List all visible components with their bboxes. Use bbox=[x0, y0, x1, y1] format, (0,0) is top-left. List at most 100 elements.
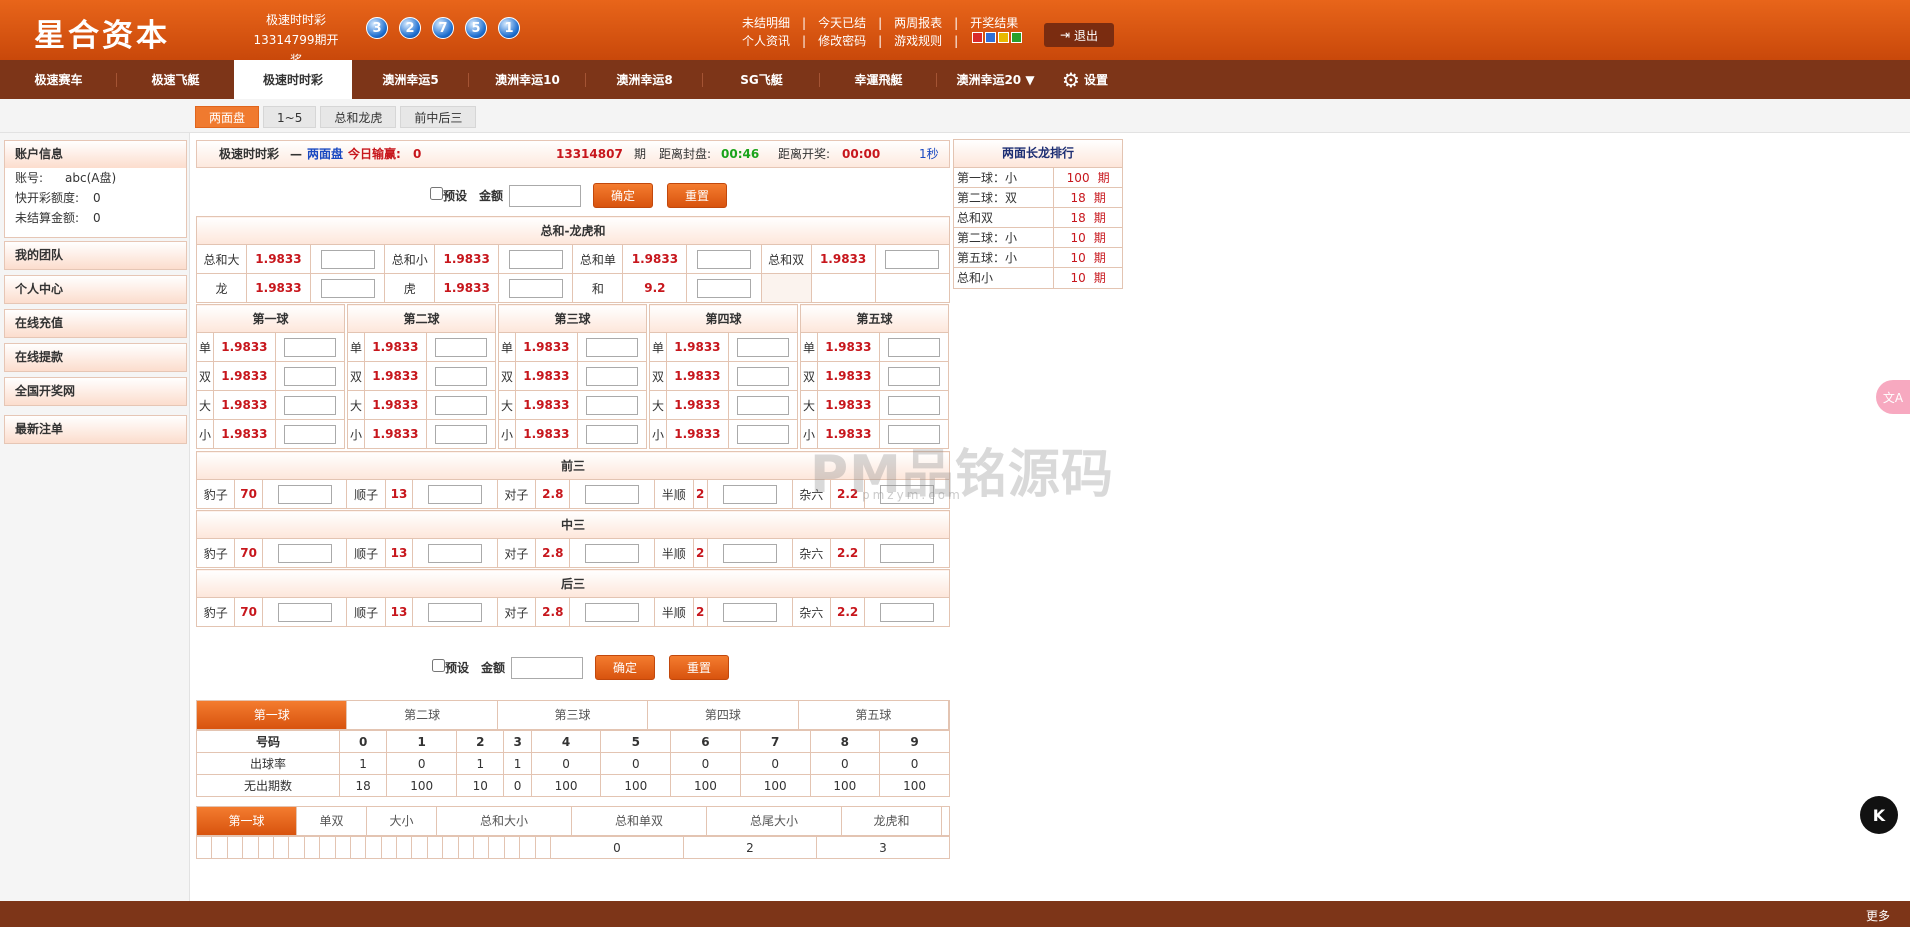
bet-amount-input[interactable] bbox=[585, 424, 638, 444]
confirm-button[interactable]: 确定 bbox=[593, 183, 654, 208]
bet-amount-input[interactable] bbox=[697, 249, 751, 269]
bet-amount-input[interactable] bbox=[277, 602, 332, 622]
bet-amount-input[interactable] bbox=[320, 278, 375, 298]
sidebar-menu-item[interactable]: 在线充值 bbox=[4, 309, 187, 338]
stats-tab[interactable]: 第二球 bbox=[347, 701, 498, 729]
trend-tab[interactable]: 大小 bbox=[367, 807, 437, 835]
bet-amount-input[interactable] bbox=[508, 249, 563, 269]
reset-button-bottom[interactable]: 重置 bbox=[669, 655, 730, 680]
sub-tab[interactable]: 总和龙虎 bbox=[320, 106, 397, 128]
color-swatch[interactable] bbox=[972, 32, 984, 43]
preset-checkbox-bottom[interactable]: 预设 bbox=[432, 659, 469, 676]
bet-amount-input[interactable] bbox=[427, 484, 482, 504]
more-link[interactable]: 更多 bbox=[1866, 907, 1890, 924]
color-scheme-picker[interactable] bbox=[972, 32, 1023, 50]
bet-amount-input[interactable] bbox=[736, 337, 789, 357]
color-swatch[interactable] bbox=[1011, 32, 1023, 43]
bet-amount-input[interactable] bbox=[434, 366, 487, 386]
bet-amount-input[interactable] bbox=[283, 424, 336, 444]
sidebar-menu-item[interactable]: 个人中心 bbox=[4, 275, 187, 304]
top-link[interactable]: 今天已结 bbox=[818, 14, 866, 32]
trend-tab[interactable]: 第一球 bbox=[197, 807, 297, 835]
bet-amount-input[interactable] bbox=[585, 602, 640, 622]
bet-amount-input[interactable] bbox=[283, 395, 336, 415]
nav-tab[interactable]: 极速时时彩 bbox=[234, 60, 352, 99]
nav-tab[interactable]: 极速赛车 bbox=[0, 60, 117, 99]
bet-amount-input[interactable] bbox=[320, 249, 375, 269]
trend-tab[interactable]: 龙虎和 bbox=[842, 807, 942, 835]
trend-tab[interactable]: 总和单双 bbox=[572, 807, 707, 835]
bet-amount-input[interactable] bbox=[585, 543, 640, 563]
bet-amount-input[interactable] bbox=[722, 484, 777, 504]
sub-tab[interactable]: 1~5 bbox=[263, 106, 317, 128]
amount-input[interactable] bbox=[509, 184, 582, 207]
translate-icon[interactable]: 文A bbox=[1876, 380, 1910, 414]
helper-icon[interactable]: K bbox=[1860, 796, 1898, 834]
bet-input-cell bbox=[569, 538, 656, 568]
bet-amount-input[interactable] bbox=[434, 424, 487, 444]
reset-button[interactable]: 重置 bbox=[667, 183, 728, 208]
top-link[interactable]: 未结明细 bbox=[742, 14, 790, 32]
ranking-row: 总和小 10 期 bbox=[954, 267, 1122, 288]
bet-amount-input[interactable] bbox=[887, 366, 940, 386]
trend-tab[interactable]: 总和大小 bbox=[437, 807, 572, 835]
bet-amount-input[interactable] bbox=[283, 366, 336, 386]
settings-button[interactable]: ⚙ 设置 bbox=[1062, 60, 1108, 99]
bet-amount-input[interactable] bbox=[736, 366, 789, 386]
stats-tab[interactable]: 第五球 bbox=[798, 701, 950, 729]
nav-tab[interactable]: 幸運飛艇 bbox=[820, 60, 937, 99]
bet-amount-input[interactable] bbox=[508, 278, 563, 298]
nav-tab[interactable]: SG飞艇 bbox=[703, 60, 820, 99]
preset-checkbox[interactable]: 预设 bbox=[430, 187, 467, 204]
trend-tab[interactable]: 总尾大小 bbox=[707, 807, 842, 835]
sub-tab[interactable]: 前中后三 bbox=[400, 106, 477, 128]
sidebar-menu-item[interactable]: 在线提款 bbox=[4, 343, 187, 372]
sidebar-menu-item[interactable]: 最新注单 bbox=[4, 415, 187, 444]
bet-amount-input[interactable] bbox=[585, 395, 638, 415]
stats-tab[interactable]: 第一球 bbox=[197, 701, 348, 729]
bet-amount-input[interactable] bbox=[736, 424, 789, 444]
top-link[interactable]: 两周报表 bbox=[894, 14, 942, 32]
top-link[interactable]: 修改密码 bbox=[818, 32, 866, 50]
bet-amount-input[interactable] bbox=[722, 543, 777, 563]
color-swatch[interactable] bbox=[985, 32, 997, 43]
bet-amount-input[interactable] bbox=[722, 602, 777, 622]
top-link[interactable]: 游戏规则 bbox=[894, 32, 942, 50]
bet-amount-input[interactable] bbox=[880, 602, 935, 622]
bet-amount-input[interactable] bbox=[736, 395, 789, 415]
sum-dragon-title: 总和-龙虎和 bbox=[196, 216, 950, 245]
bet-amount-input[interactable] bbox=[283, 337, 336, 357]
amount-input-bottom[interactable] bbox=[511, 656, 584, 679]
sub-tab[interactable]: 两面盘 bbox=[195, 106, 260, 128]
bet-amount-input[interactable] bbox=[427, 543, 482, 563]
trend-tab[interactable]: 单双 bbox=[297, 807, 367, 835]
stats-tab[interactable]: 第四球 bbox=[648, 701, 799, 729]
bet-amount-input[interactable] bbox=[277, 543, 332, 563]
color-swatch[interactable] bbox=[998, 32, 1010, 43]
bet-amount-input[interactable] bbox=[585, 337, 638, 357]
nav-tab[interactable]: 极速飞艇 bbox=[117, 60, 234, 99]
bet-amount-input[interactable] bbox=[885, 249, 940, 269]
bet-amount-input[interactable] bbox=[585, 366, 638, 386]
nav-tab[interactable]: 澳洲幸运8 bbox=[586, 60, 703, 99]
bet-amount-input[interactable] bbox=[887, 337, 940, 357]
refresh-interval[interactable]: 1秒 bbox=[919, 141, 939, 167]
bet-amount-input[interactable] bbox=[434, 337, 487, 357]
nav-tab[interactable]: 澳洲幸运10 bbox=[469, 60, 586, 99]
bet-amount-input[interactable] bbox=[585, 484, 640, 504]
top-link[interactable]: 开奖结果 bbox=[970, 14, 1018, 32]
top-link[interactable]: 个人资讯 bbox=[742, 32, 790, 50]
sidebar-menu-item[interactable]: 全国开奖网 bbox=[4, 377, 187, 406]
bet-amount-input[interactable] bbox=[427, 602, 482, 622]
logout-button[interactable]: ⇥ 退出 bbox=[1044, 23, 1114, 47]
bet-amount-input[interactable] bbox=[880, 543, 935, 563]
nav-tab[interactable]: 澳洲幸运5 bbox=[352, 60, 469, 99]
sidebar-menu-item[interactable]: 我的团队 bbox=[4, 241, 187, 270]
bet-amount-input[interactable] bbox=[887, 395, 940, 415]
bet-amount-input[interactable] bbox=[277, 484, 332, 504]
bet-amount-input[interactable] bbox=[697, 278, 751, 298]
stats-tab[interactable]: 第三球 bbox=[497, 701, 649, 729]
confirm-button-bottom[interactable]: 确定 bbox=[595, 655, 656, 680]
nav-tab[interactable]: 澳洲幸运20 ▼ bbox=[937, 60, 1054, 99]
bet-amount-input[interactable] bbox=[434, 395, 487, 415]
